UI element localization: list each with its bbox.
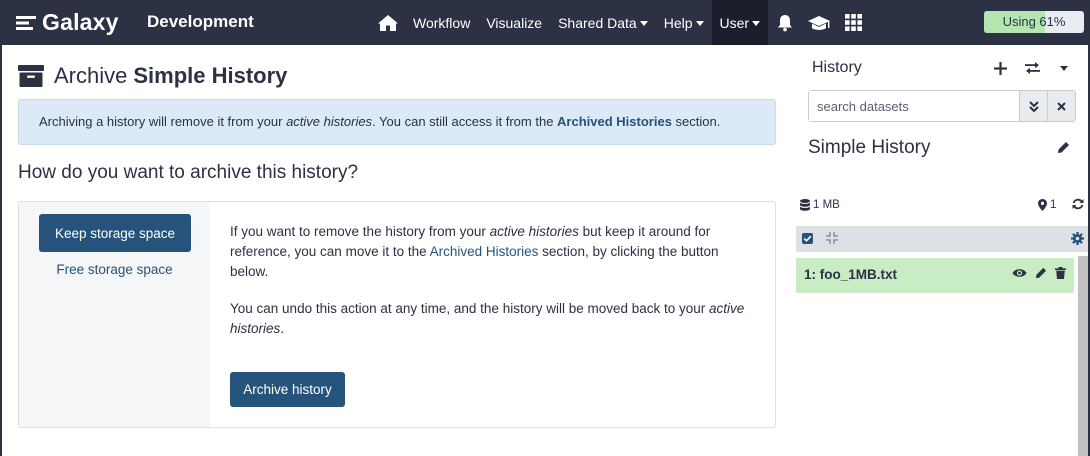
- nav-shared-data[interactable]: Shared Data: [550, 0, 656, 45]
- create-history-button[interactable]: [990, 58, 1010, 78]
- selection-bar: [796, 226, 1088, 252]
- nav-visualize[interactable]: Visualize: [478, 0, 550, 45]
- archive-icon: [18, 65, 44, 87]
- map-marker-icon: [1038, 199, 1047, 211]
- info-alert: Archiving a history will remove it from …: [18, 99, 776, 145]
- history-count-label: 1: [1050, 199, 1057, 211]
- caret-down-icon: [695, 20, 704, 26]
- nav-user[interactable]: User: [711, 0, 769, 45]
- dataset-item[interactable]: 1: foo_1MB.txt: [796, 258, 1074, 293]
- history-options-dropdown[interactable]: [1054, 58, 1074, 78]
- notifications-button[interactable]: [768, 0, 802, 45]
- desc-p2-a: You can undo this action at any time, an…: [230, 301, 710, 316]
- database-icon: [800, 199, 810, 211]
- description-paragraph-2: You can undo this action at any time, an…: [230, 299, 760, 339]
- exchange-icon: [1024, 62, 1040, 74]
- history-scrollbar[interactable]: [1078, 256, 1088, 456]
- home-button[interactable]: [371, 0, 405, 45]
- brand-subtitle: Development: [147, 12, 254, 31]
- history-size-label: 1 MB: [813, 199, 840, 211]
- compress-icon: [826, 232, 838, 244]
- history-tools: [990, 58, 1074, 78]
- history-name: Simple History: [808, 137, 931, 158]
- description-paragraph-1: If you want to remove the history from y…: [230, 222, 760, 282]
- center-panel: Archive Simple History Archiving a histo…: [18, 45, 778, 456]
- desc-p1-a: If you want to remove the history from y…: [230, 224, 490, 239]
- check-icon: [803, 235, 812, 242]
- quota-label: Using 61%: [1002, 14, 1066, 29]
- edit-dataset-button[interactable]: [1035, 267, 1047, 279]
- apps-button[interactable]: [836, 0, 870, 45]
- nav-shared-data-label: Shared Data: [558, 14, 637, 31]
- dataset-search: [808, 90, 1076, 122]
- brand[interactable]: Galaxy: [16, 9, 119, 36]
- history-panel-label: History: [812, 59, 862, 76]
- brand-name: Galaxy: [42, 9, 119, 35]
- history-stats: 1 MB 1: [800, 197, 1084, 215]
- free-storage-link[interactable]: Free storage space: [19, 262, 210, 277]
- archive-options-nav: Keep storage space Free storage space: [19, 202, 210, 427]
- galaxy-logo-icon: [16, 15, 36, 30]
- page-title-history-name: Simple History: [133, 63, 288, 88]
- bell-icon: [778, 14, 793, 31]
- trash-icon: [1055, 267, 1066, 279]
- archive-description: If you want to remove the history from y…: [230, 222, 760, 356]
- masthead: Galaxy Development Workflow Visualize Sh…: [0, 0, 1090, 45]
- alert-em: active histories: [286, 114, 373, 129]
- selection-settings-button[interactable]: [1071, 232, 1084, 245]
- tutorials-button[interactable]: [802, 0, 836, 45]
- page-title: Archive Simple History: [18, 63, 287, 89]
- nav-user-label: User: [719, 14, 750, 31]
- eye-icon: [1012, 269, 1027, 277]
- caret-down-icon: [639, 20, 648, 26]
- archive-options-card: Keep storage space Free storage space If…: [18, 201, 776, 428]
- refresh-history-button[interactable]: [1072, 198, 1084, 210]
- refresh-icon: [1072, 198, 1084, 210]
- desc-p1-em: active histories: [489, 224, 579, 239]
- archive-history-button[interactable]: Archive history: [230, 372, 345, 407]
- clear-search-button[interactable]: [1047, 91, 1075, 121]
- nav-help-label: Help: [663, 14, 693, 31]
- alert-text-3: section.: [671, 114, 721, 129]
- graduation-cap-icon: [808, 15, 831, 30]
- collapse-all-button[interactable]: [826, 232, 838, 244]
- alert-text-1: Archiving a history will remove it from …: [39, 114, 287, 129]
- main-nav: Workflow Visualize Shared Data Help User: [371, 0, 870, 45]
- close-icon: [1057, 101, 1066, 111]
- keep-storage-button[interactable]: Keep storage space: [39, 214, 191, 252]
- edit-history-button[interactable]: [1057, 141, 1070, 154]
- dataset-title[interactable]: 1: foo_1MB.txt: [804, 267, 897, 282]
- delete-dataset-button[interactable]: [1055, 267, 1066, 279]
- advanced-search-toggle[interactable]: [1019, 91, 1047, 121]
- nav-workflow[interactable]: Workflow: [405, 0, 478, 45]
- desc-p2-b: .: [280, 321, 285, 336]
- dataset-actions: [1012, 267, 1066, 279]
- history-panel: History search datasets Simple History 1…: [796, 45, 1088, 456]
- caret-down-icon: [752, 20, 761, 26]
- search-datasets-input[interactable]: [809, 91, 1019, 121]
- double-chevron-down-icon: [1028, 100, 1039, 112]
- nav-help[interactable]: Help: [656, 0, 712, 45]
- history-size[interactable]: 1 MB: [800, 199, 840, 211]
- select-all-checkbox[interactable]: [802, 233, 813, 244]
- home-icon: [378, 14, 398, 31]
- quota-meter[interactable]: Using 61%: [984, 11, 1084, 33]
- grid-apps-icon: [844, 14, 862, 31]
- alert-strong: Archived Histories: [557, 114, 672, 129]
- view-dataset-button[interactable]: [1012, 267, 1027, 279]
- archive-question: How do you want to archive this history?: [18, 162, 359, 183]
- alert-text-2: . You can still access it from the: [372, 114, 558, 129]
- history-dataset-count[interactable]: 1: [1038, 199, 1056, 211]
- page-title-prefix: Archive: [54, 63, 128, 88]
- archived-histories-link[interactable]: Archived Histories: [430, 244, 539, 259]
- caret-down-icon: [1060, 65, 1068, 71]
- gear-icon: [1071, 232, 1084, 245]
- switch-history-button[interactable]: [1022, 58, 1042, 78]
- pencil-icon: [1035, 267, 1047, 279]
- pencil-icon: [1058, 142, 1069, 153]
- plus-icon: [993, 61, 1007, 75]
